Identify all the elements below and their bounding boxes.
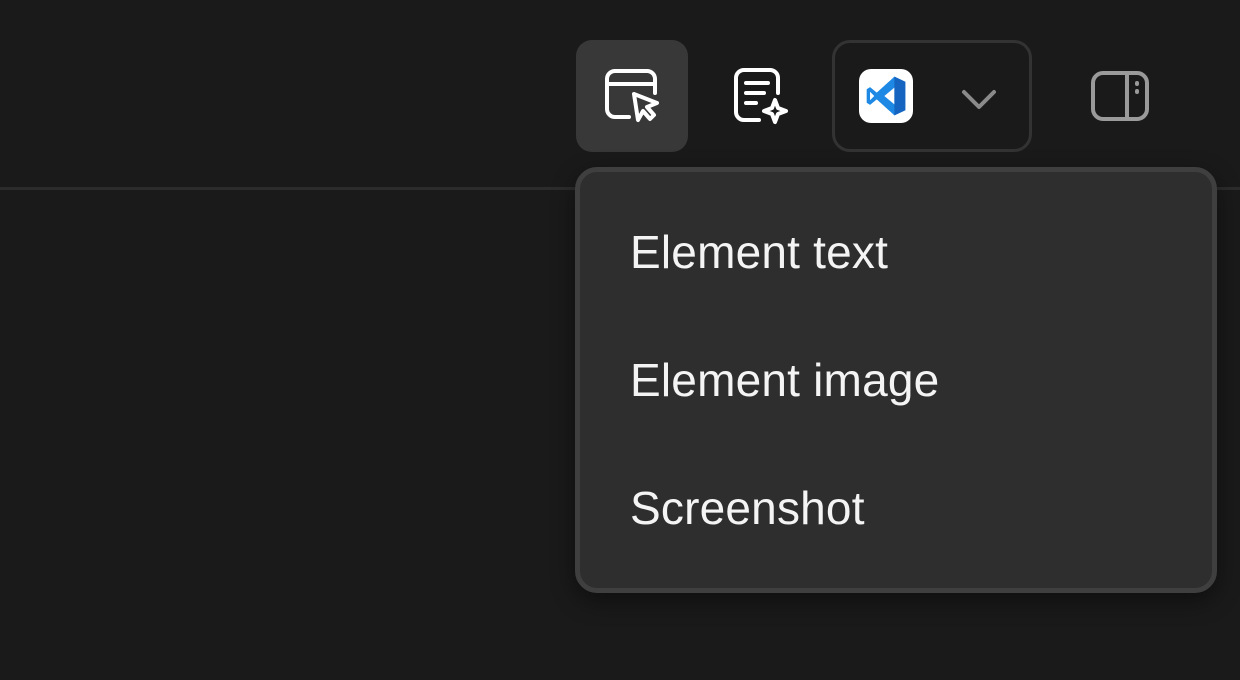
toggle-sidebar-button[interactable] bbox=[1064, 40, 1176, 152]
menu-item-element-text[interactable]: Element text bbox=[580, 188, 1212, 316]
top-toolbar bbox=[0, 0, 1240, 188]
menu-item-label: Element image bbox=[630, 354, 940, 406]
menu-item-element-image[interactable]: Element image bbox=[580, 316, 1212, 444]
vscode-icon bbox=[866, 76, 906, 116]
ai-notes-button[interactable] bbox=[704, 40, 816, 152]
app-window: Element text Element image Screenshot bbox=[0, 0, 1240, 680]
editor-dropdown-toggle[interactable] bbox=[959, 79, 999, 119]
menu-item-screenshot[interactable]: Screenshot bbox=[580, 444, 1212, 572]
editor-app-tile bbox=[859, 69, 913, 123]
element-select-button[interactable] bbox=[576, 40, 688, 152]
chevron-down-icon bbox=[962, 90, 996, 109]
sidebar-toggle-icon bbox=[1091, 71, 1149, 121]
menu-item-label: Screenshot bbox=[630, 482, 865, 534]
element-select-icon bbox=[605, 69, 659, 122]
copy-options-menu: Element text Element image Screenshot bbox=[575, 167, 1217, 593]
ai-notes-icon bbox=[734, 68, 788, 124]
menu-item-label: Element text bbox=[630, 226, 889, 278]
editor-selector[interactable] bbox=[832, 40, 1032, 152]
